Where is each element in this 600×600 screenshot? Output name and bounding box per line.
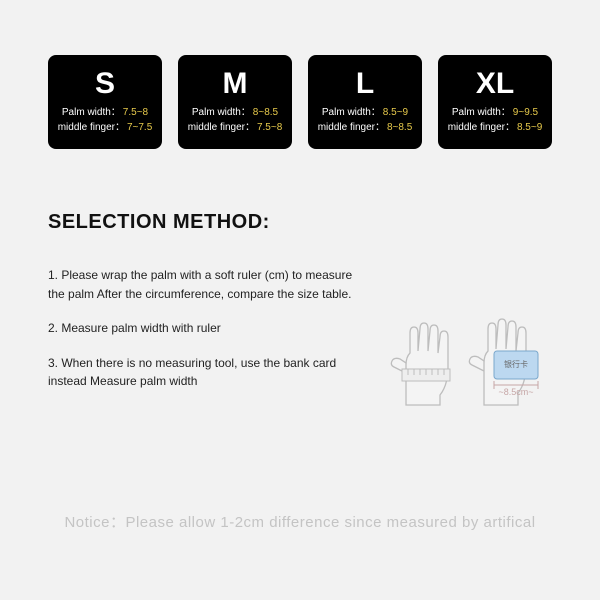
page: S Palm width： 7.5~8 middle finger： 7~7.5… <box>0 0 600 600</box>
steps-list: 1. Please wrap the palm with a soft rule… <box>48 266 368 407</box>
size-finger-spec: middle finger： 7~7.5 <box>58 120 153 135</box>
size-cards-row: S Palm width： 7.5~8 middle finger： 7~7.5… <box>48 55 552 149</box>
step-2: 2. Measure palm width with ruler <box>48 319 368 338</box>
middle-finger-label: middle finger： <box>58 120 125 135</box>
section-title: SELECTION METHOD: <box>48 211 552 234</box>
bank-card-label: 银行卡 <box>504 359 528 369</box>
size-finger-spec: middle finger： 8~8.5 <box>318 120 413 135</box>
method-area: 1. Please wrap the palm with a soft rule… <box>48 266 552 407</box>
size-letter: L <box>356 69 374 99</box>
size-letter: S <box>95 69 115 99</box>
middle-finger-label: middle finger： <box>188 120 255 135</box>
middle-finger-label: middle finger： <box>448 120 515 135</box>
size-card-l: L Palm width： 8.5~9 middle finger： 8~8.5 <box>308 55 422 149</box>
step-3: 3. When there is no measuring tool, use … <box>48 354 368 391</box>
middle-finger-value: 8~8.5 <box>387 120 412 135</box>
middle-finger-value: 7~7.5 <box>127 120 152 135</box>
palm-width-value: 8~8.5 <box>253 105 278 120</box>
size-palm-spec: Palm width： 8.5~9 <box>322 105 408 120</box>
size-card-m: M Palm width： 8~8.5 middle finger： 7.5~8 <box>178 55 292 149</box>
size-finger-spec: middle finger： 7.5~8 <box>188 120 283 135</box>
width-dimension-label: ~8.5cm~ <box>498 387 533 397</box>
hands-illustration: 银行卡 ~8.5cm~ <box>388 266 544 407</box>
size-palm-spec: Palm width： 9~9.5 <box>452 105 538 120</box>
size-letter: M <box>223 69 248 99</box>
size-letter: XL <box>476 69 514 99</box>
size-palm-spec: Palm width： 7.5~8 <box>62 105 148 120</box>
middle-finger-value: 7.5~8 <box>257 120 282 135</box>
size-palm-spec: Palm width： 8~8.5 <box>192 105 278 120</box>
palm-width-label: Palm width： <box>192 105 251 120</box>
palm-width-value: 9~9.5 <box>513 105 538 120</box>
palm-width-label: Palm width： <box>452 105 511 120</box>
middle-finger-label: middle finger： <box>318 120 385 135</box>
palm-width-value: 7.5~8 <box>123 105 148 120</box>
size-card-xl: XL Palm width： 9~9.5 middle finger： 8.5~… <box>438 55 552 149</box>
hand-with-ruler-icon <box>388 315 458 407</box>
palm-width-label: Palm width： <box>322 105 381 120</box>
size-finger-spec: middle finger： 8.5~9 <box>448 120 543 135</box>
palm-width-label: Palm width： <box>62 105 121 120</box>
hand-with-card-icon: 银行卡 ~8.5cm~ <box>466 309 544 407</box>
step-1: 1. Please wrap the palm with a soft rule… <box>48 266 368 303</box>
notice-text: Notice：Please allow 1-2cm difference sin… <box>0 511 600 532</box>
size-card-s: S Palm width： 7.5~8 middle finger： 7~7.5 <box>48 55 162 149</box>
palm-width-value: 8.5~9 <box>383 105 408 120</box>
middle-finger-value: 8.5~9 <box>517 120 542 135</box>
